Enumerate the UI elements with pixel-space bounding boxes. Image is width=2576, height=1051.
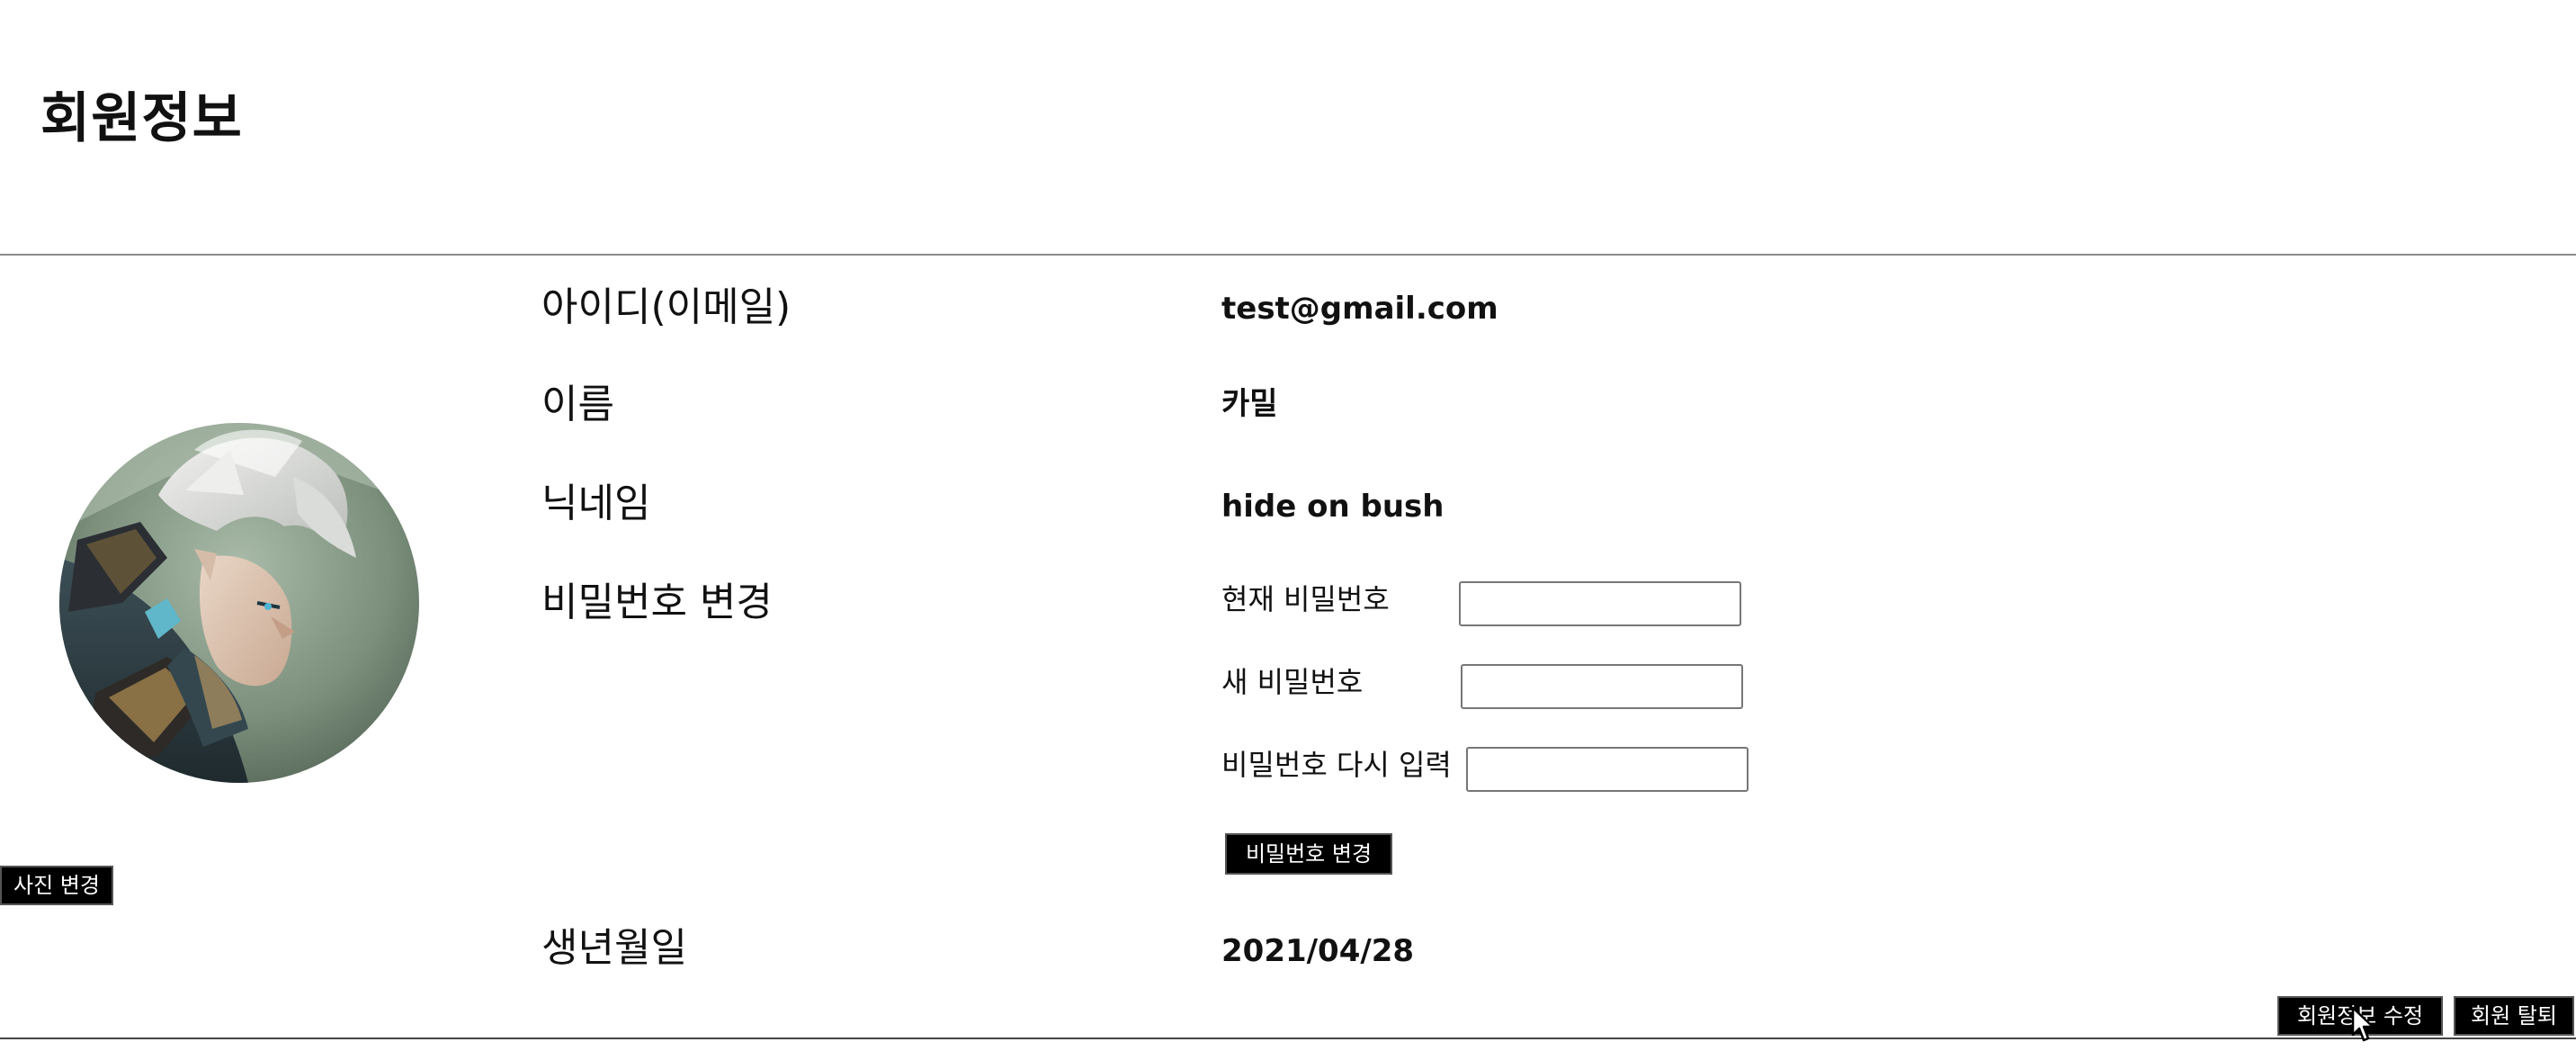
name-label: 이름 <box>541 382 614 427</box>
avatar-image <box>59 423 419 783</box>
current-password-input[interactable] <box>1459 581 1741 626</box>
withdraw-button[interactable]: 회원 탈퇴 <box>2454 996 2574 1036</box>
change-password-button[interactable]: 비밀번호 변경 <box>1225 833 1392 875</box>
email-value: test@gmail.com <box>1221 291 1498 327</box>
confirm-password-label: 비밀번호 다시 입력 <box>1221 748 1452 782</box>
confirm-password-input[interactable] <box>1466 747 1749 792</box>
new-password-label: 새 비밀번호 <box>1221 665 1364 699</box>
avatar <box>59 423 419 783</box>
nickname-label: 닉네임 <box>541 481 651 526</box>
new-password-input[interactable] <box>1461 664 1743 709</box>
password-change-label: 비밀번호 변경 <box>541 579 773 625</box>
footer-divider <box>0 1038 2576 1039</box>
page-title: 회원정보 <box>40 87 243 150</box>
change-photo-button[interactable]: 사진 변경 <box>0 866 113 905</box>
birthday-value: 2021/04/28 <box>1221 933 1415 969</box>
header-divider <box>0 254 2576 256</box>
edit-profile-button[interactable]: 회원정보 수정 <box>2277 996 2443 1036</box>
nickname-value: hide on bush <box>1221 489 1445 525</box>
current-password-label: 현재 비밀번호 <box>1221 582 1390 616</box>
name-value: 카밀 <box>1221 386 1278 422</box>
birthday-label: 생년월일 <box>541 925 687 971</box>
email-label: 아이디(이메일) <box>541 284 792 330</box>
